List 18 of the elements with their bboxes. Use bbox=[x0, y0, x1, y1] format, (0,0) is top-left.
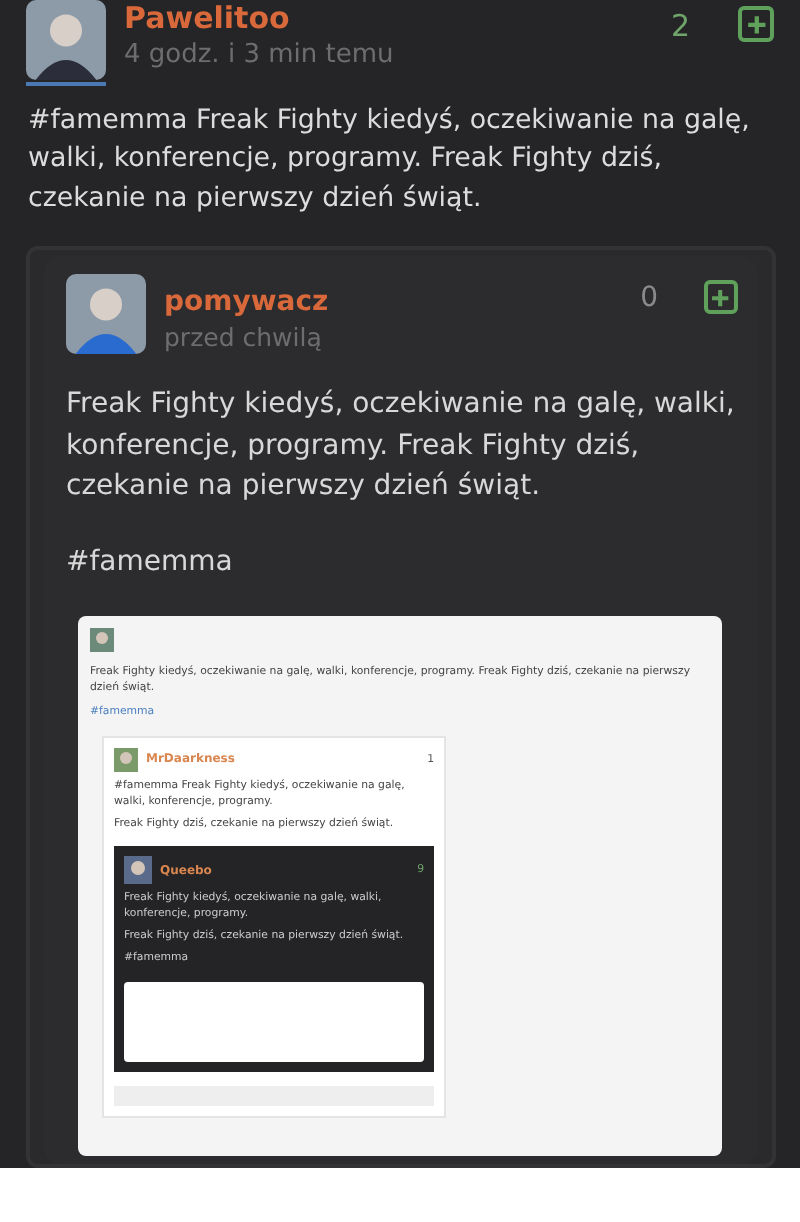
post-time: przed chwilą bbox=[164, 322, 324, 353]
plus-icon bbox=[745, 13, 767, 35]
avatar-icon bbox=[26, 0, 106, 86]
avatar-icon bbox=[90, 627, 114, 651]
avatar-icon bbox=[66, 274, 146, 355]
author-name[interactable]: Pawelitoo bbox=[124, 0, 653, 36]
post-time: 4 godz. i 3 min temu bbox=[124, 40, 396, 70]
plus-button[interactable] bbox=[704, 280, 738, 315]
avatar-icon bbox=[114, 747, 138, 772]
post-text: #famemma Freak Fighty kiedyś, oczekiwanie na galę, walki, konferencje, programy. Freak Fighty dziś, czekanie na pierwszy dzień świąt. bbox=[28, 104, 752, 218]
hashtag-link[interactable]: #famemma bbox=[66, 542, 738, 583]
plus-button[interactable] bbox=[738, 6, 774, 42]
post-text: Freak Fighty kiedyś, oczekiwanie na galę, walki, konferencje, programy. Freak Fighty dziś, czekanie na pierwszy dzień świąt. bbox=[66, 386, 737, 506]
plus-icon bbox=[710, 287, 732, 308]
vote-count: 0 bbox=[640, 282, 658, 315]
author-name[interactable]: pomywacz bbox=[164, 286, 623, 319]
vote-count: 2 bbox=[670, 8, 690, 44]
avatar-icon bbox=[124, 856, 152, 885]
